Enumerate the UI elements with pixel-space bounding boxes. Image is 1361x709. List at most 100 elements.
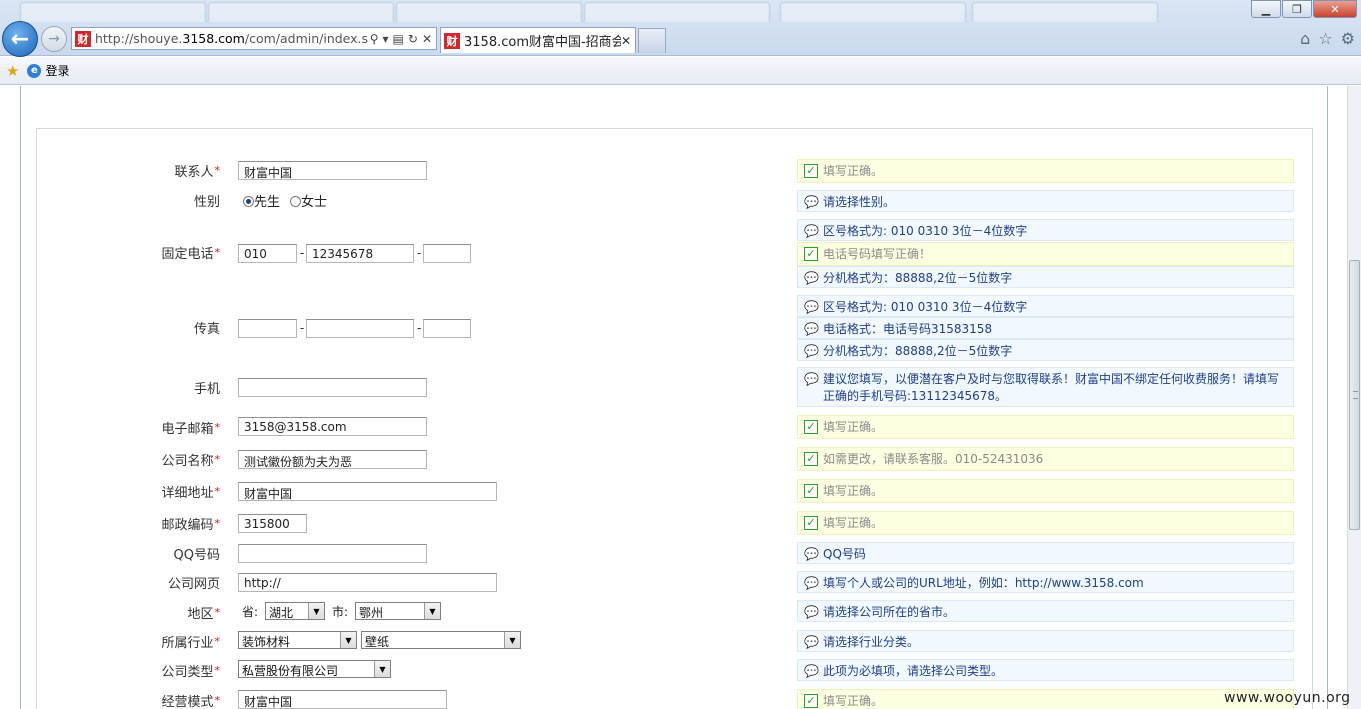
tip-address: ✓ 填写正确。 xyxy=(797,479,1294,503)
gear-icon[interactable]: ⚙ xyxy=(1341,29,1355,48)
favorites-star-icon[interactable]: ☆ xyxy=(1318,29,1332,48)
new-tab-button[interactable] xyxy=(638,28,666,53)
website-example: http://www.3158.com xyxy=(1014,576,1144,590)
fax-ext-input[interactable] xyxy=(423,319,471,338)
close-window-button[interactable]: ✕ xyxy=(1313,0,1357,18)
close-tab-icon[interactable]: ✕ xyxy=(621,34,635,48)
address-url[interactable]: http://shouye.3158.com/com/admin/index.s xyxy=(95,31,370,46)
industry-primary-select[interactable]: 装饰材料 ▼ xyxy=(238,631,357,649)
radio-male[interactable] xyxy=(243,196,254,207)
website-input[interactable]: http:// xyxy=(238,573,497,592)
tip-mobile: 💬 建议您填写，以便潜在客户及时与您取得联系！财富中国不绑定任何收费服务！请填写正… xyxy=(797,367,1294,407)
dropdown-icon[interactable]: ▾ xyxy=(383,32,389,46)
radio-female[interactable] xyxy=(290,196,301,207)
chevron-down-icon[interactable]: ▼ xyxy=(340,632,356,648)
scrollbar-thumb[interactable] xyxy=(1349,260,1360,530)
business-model-input[interactable]: 财富中国 xyxy=(238,690,447,709)
city-value: 鄂州 xyxy=(359,606,384,620)
industry-secondary-select[interactable]: 壁纸 ▼ xyxy=(361,631,521,649)
speech-bubble-icon: 💬 xyxy=(804,547,819,561)
mobile-label: 手机 xyxy=(193,382,220,397)
browser-chrome: ▁ ❐ ✕ ← → 财 http://shouye.3158.com/com/a… xyxy=(0,0,1361,57)
active-tab[interactable]: 财 3158.com财富中国-招商会... ✕ xyxy=(440,27,636,53)
speech-bubble-icon: 💬 xyxy=(804,344,819,358)
gender-female-label: 女士 xyxy=(301,195,328,210)
speech-bubble-icon: 💬 xyxy=(804,224,819,238)
gender-female-option[interactable]: 女士 xyxy=(290,191,327,210)
maximize-button[interactable]: ❐ xyxy=(1282,0,1312,18)
speech-bubble-icon: 💬 xyxy=(804,605,819,619)
background-tab[interactable] xyxy=(780,2,966,22)
background-tab[interactable] xyxy=(584,2,770,22)
postcode-input[interactable]: 315800 xyxy=(238,514,307,533)
compat-view-icon[interactable]: ▤ xyxy=(393,32,404,46)
company-type-select[interactable]: 私营股份有限公司 ▼ xyxy=(238,660,391,678)
email-input[interactable]: 3158@3158.com xyxy=(238,417,427,436)
speech-bubble-icon: 💬 xyxy=(804,635,819,649)
city-label: 市: xyxy=(332,605,349,619)
check-icon: ✓ xyxy=(804,164,818,178)
tip-region: 💬 请选择公司所在的省市。 xyxy=(797,600,1294,622)
tip-website: 💬 填写个人或公司的URL地址，例如：http://www.3158.com xyxy=(797,571,1294,593)
forward-button[interactable]: → xyxy=(41,26,67,52)
check-icon: ✓ xyxy=(804,516,818,530)
background-tab[interactable] xyxy=(20,2,206,22)
tip-fax-area: 💬 区号格式为: 010 0310 3位－4位数字 xyxy=(797,295,1294,317)
speech-bubble-icon: 💬 xyxy=(804,300,819,314)
watermark: www.wooyun.org xyxy=(1224,690,1351,706)
vertical-scrollbar[interactable] xyxy=(1347,86,1361,709)
fax-number-input[interactable] xyxy=(306,319,414,338)
phone-area-input[interactable]: 010 xyxy=(238,244,297,263)
active-tab-title: 3158.com财富中国-招商会... xyxy=(464,35,621,50)
gender-male-option[interactable]: 先生 xyxy=(243,191,280,210)
tip-fax-ext: 💬 分机格式为：88888,2位－5位数字 xyxy=(797,339,1294,361)
phone-ext-input[interactable] xyxy=(423,244,471,263)
speech-bubble-icon: 💬 xyxy=(804,664,819,678)
check-icon: ✓ xyxy=(804,694,818,708)
speech-bubble-icon: 💬 xyxy=(804,576,819,590)
province-select[interactable]: 湖北 ▼ xyxy=(265,602,325,620)
refresh-icon[interactable]: ↻ xyxy=(408,32,418,46)
background-tab[interactable] xyxy=(396,2,582,22)
home-icon[interactable]: ⌂ xyxy=(1300,29,1310,48)
mobile-input[interactable] xyxy=(238,378,427,397)
phone-label: 固定电话* xyxy=(161,246,220,262)
tip-email: ✓ 填写正确。 xyxy=(797,415,1294,439)
back-button[interactable]: ← xyxy=(2,21,38,57)
contact-input[interactable]: 财富中国 xyxy=(238,161,427,180)
check-icon: ✓ xyxy=(804,420,818,434)
minimize-button[interactable]: ▁ xyxy=(1251,0,1281,18)
city-select[interactable]: 鄂州 ▼ xyxy=(355,602,441,620)
url-path: /com/admin/index.s xyxy=(244,31,369,46)
contact-label: 联系人* xyxy=(174,164,220,180)
stop-icon[interactable]: ✕ xyxy=(422,32,432,46)
background-tab[interactable] xyxy=(208,2,394,22)
province-value: 湖北 xyxy=(269,606,294,620)
arrow-right-icon: → xyxy=(48,31,60,47)
chevron-down-icon[interactable]: ▼ xyxy=(424,603,440,619)
province-label: 省: xyxy=(242,605,259,619)
fax-area-input[interactable] xyxy=(238,319,297,338)
fax-dash: - xyxy=(300,321,305,335)
chevron-down-icon[interactable]: ▼ xyxy=(308,603,324,619)
fax-label: 传真 xyxy=(193,322,220,337)
search-icon[interactable]: ⚲ xyxy=(370,32,379,46)
background-tab[interactable] xyxy=(972,2,1158,22)
background-tabs xyxy=(0,0,1240,22)
address-input[interactable]: 财富中国 xyxy=(238,482,497,501)
address-bar[interactable]: 财 http://shouye.3158.com/com/admin/index… xyxy=(71,27,437,50)
chevron-down-icon[interactable]: ▼ xyxy=(504,632,520,648)
phone-number-input[interactable]: 12345678 xyxy=(306,244,414,263)
business-model-label: 经营模式* xyxy=(161,694,220,709)
website-label: 公司网页 xyxy=(167,577,220,592)
qq-input[interactable] xyxy=(238,544,427,563)
add-favorites-icon[interactable]: ★ xyxy=(6,62,19,80)
tip-phone-number: ✓ 电话号码填写正确！ xyxy=(797,242,1294,266)
speech-bubble-icon: 💬 xyxy=(804,271,819,285)
region-label: 地区* xyxy=(187,606,220,622)
chevron-down-icon[interactable]: ▼ xyxy=(374,661,390,677)
qq-label: QQ号码 xyxy=(173,548,220,563)
tip-industry: 💬 请选择行业分类。 xyxy=(797,630,1294,652)
company-name-input[interactable]: 测试徽份额为夫为恶 xyxy=(238,450,427,469)
favorites-item-login[interactable]: 登录 xyxy=(45,62,69,79)
